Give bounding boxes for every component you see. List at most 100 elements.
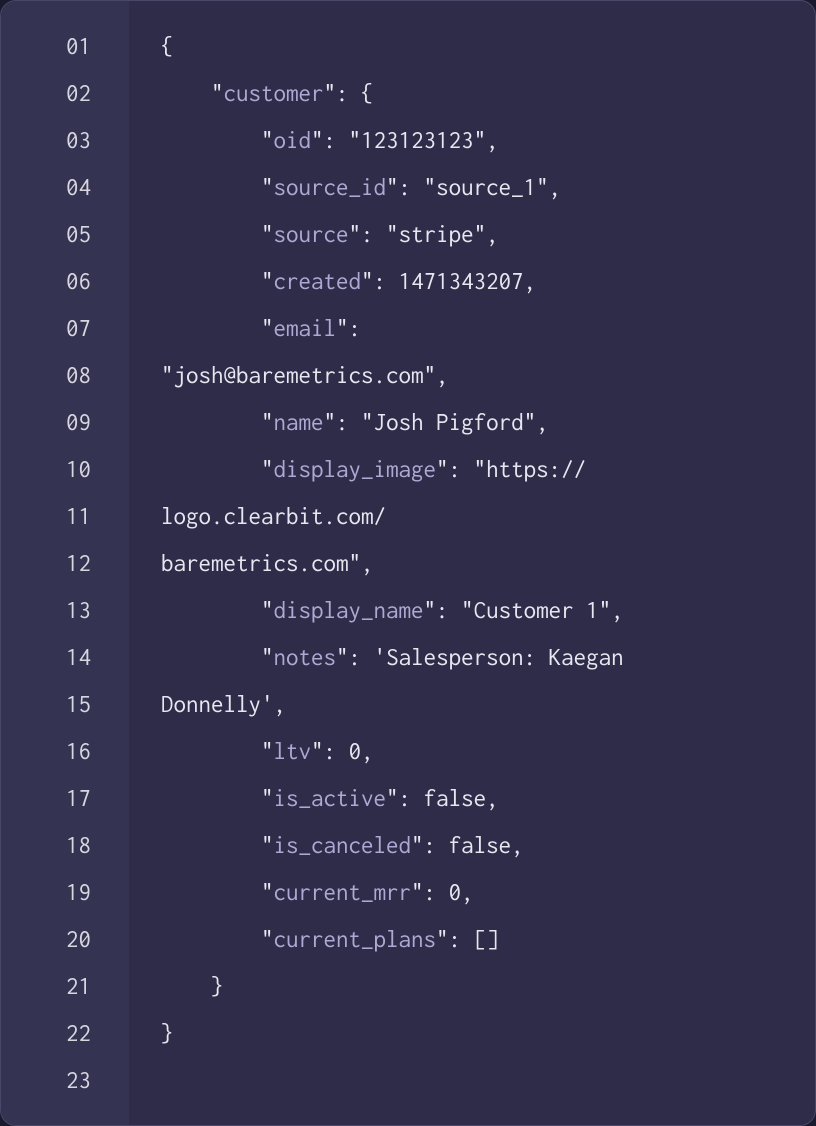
line-number-text: 07 [1, 305, 129, 352]
token: " [261, 399, 274, 446]
line-number-text: 17 [1, 775, 129, 822]
code-line: "notes": 'Salesperson: Kaegan [161, 634, 795, 681]
token: ", [424, 352, 449, 399]
line-number: 06 [1, 258, 129, 305]
token: ", [474, 117, 499, 164]
line-number: 22 [1, 1010, 129, 1057]
line-number-text: 11 [1, 493, 129, 540]
line-number: 10 [1, 446, 129, 493]
token: Salesperson: Kaegan [386, 634, 624, 681]
code-line: "current_plans": [] [161, 916, 795, 963]
token: " [261, 587, 274, 634]
token: Donnelly [161, 681, 261, 728]
line-number: 12 [1, 540, 129, 587]
token: is_active [274, 775, 387, 822]
token: " [261, 305, 274, 352]
token: source_id [274, 164, 387, 211]
token: { [161, 23, 174, 70]
code-line: "created": 1471343207, [161, 258, 795, 305]
code-block: 0102030405060708091011121314151617181920… [0, 0, 816, 1126]
line-number-text: 08 [1, 352, 129, 399]
code-line: } [161, 963, 795, 1010]
line-number: 11 [1, 493, 129, 540]
line-number: 20 [1, 916, 129, 963]
token: Josh Pigford [374, 399, 524, 446]
code-line: "ltv": 0, [161, 728, 795, 775]
line-number: 14 [1, 634, 129, 681]
token: ", [474, 211, 499, 258]
token: ": " [386, 164, 436, 211]
code-line: "name": "Josh Pigford", [161, 399, 795, 446]
line-number-text: 03 [1, 117, 129, 164]
line-number-text: 15 [1, 681, 129, 728]
token: " [211, 70, 224, 117]
token: display_image [274, 446, 437, 493]
code-line: "current_mrr": 0, [161, 869, 795, 916]
line-number-text: 10 [1, 446, 129, 493]
line-number-text: 12 [1, 540, 129, 587]
line-number-gutter: 0102030405060708091011121314151617181920… [1, 1, 129, 1125]
token: logo.clearbit.com/ [161, 493, 386, 540]
token: " [161, 352, 174, 399]
token: ": [411, 822, 449, 869]
code-line: "source_id": "source_1", [161, 164, 795, 211]
token: ", [349, 540, 374, 587]
line-number-text: 23 [1, 1057, 129, 1104]
token: stripe [399, 211, 474, 258]
code-line: "display_name": "Customer 1", [161, 587, 795, 634]
token: Customer 1 [474, 587, 599, 634]
code-line: "display_image": "https:// [161, 446, 795, 493]
token: current_mrr [274, 869, 412, 916]
token: name [274, 399, 324, 446]
token: ", [524, 399, 549, 446]
token: ", [599, 587, 624, 634]
token: " [261, 822, 274, 869]
line-number: 19 [1, 869, 129, 916]
line-number-text: 22 [1, 1010, 129, 1057]
code-line: "source": "stripe", [161, 211, 795, 258]
code-line: "customer": { [161, 70, 795, 117]
token: josh@baremetrics.com [174, 352, 424, 399]
token: ": " [349, 211, 399, 258]
token: false, [424, 775, 499, 822]
token: " [261, 728, 274, 775]
token: ", [536, 164, 561, 211]
token: notes [274, 634, 337, 681]
token: " [261, 446, 274, 493]
token: ": [311, 728, 349, 775]
token: " [261, 258, 274, 305]
line-number-text: 09 [1, 399, 129, 446]
line-number-text: 04 [1, 164, 129, 211]
token: " [261, 634, 274, 681]
token: ": " [424, 587, 474, 634]
token: ": [336, 305, 361, 352]
line-number: 13 [1, 587, 129, 634]
line-number: 07 [1, 305, 129, 352]
line-number-text: 18 [1, 822, 129, 869]
token: " [261, 869, 274, 916]
token: ": { [324, 70, 374, 117]
line-number: 16 [1, 728, 129, 775]
code-line: baremetrics.com", [161, 540, 795, 587]
line-number: 09 [1, 399, 129, 446]
line-number-text: 14 [1, 634, 129, 681]
token: " [261, 916, 274, 963]
token: ": " [324, 399, 374, 446]
token: false, [449, 822, 524, 869]
line-number: 17 [1, 775, 129, 822]
code-line: Donnelly', [161, 681, 795, 728]
code-line: "josh@baremetrics.com", [161, 352, 795, 399]
token: 1471343207, [399, 258, 537, 305]
code-line [161, 1057, 795, 1104]
line-number-text: 21 [1, 963, 129, 1010]
token: oid [274, 117, 312, 164]
token: 0, [349, 728, 374, 775]
token: display_name [274, 587, 424, 634]
token: ": ' [336, 634, 386, 681]
token: ": [] [436, 916, 499, 963]
line-number-text: 13 [1, 587, 129, 634]
line-number-text: 05 [1, 211, 129, 258]
line-number-text: 16 [1, 728, 129, 775]
line-number: 23 [1, 1057, 129, 1104]
token: " [261, 164, 274, 211]
